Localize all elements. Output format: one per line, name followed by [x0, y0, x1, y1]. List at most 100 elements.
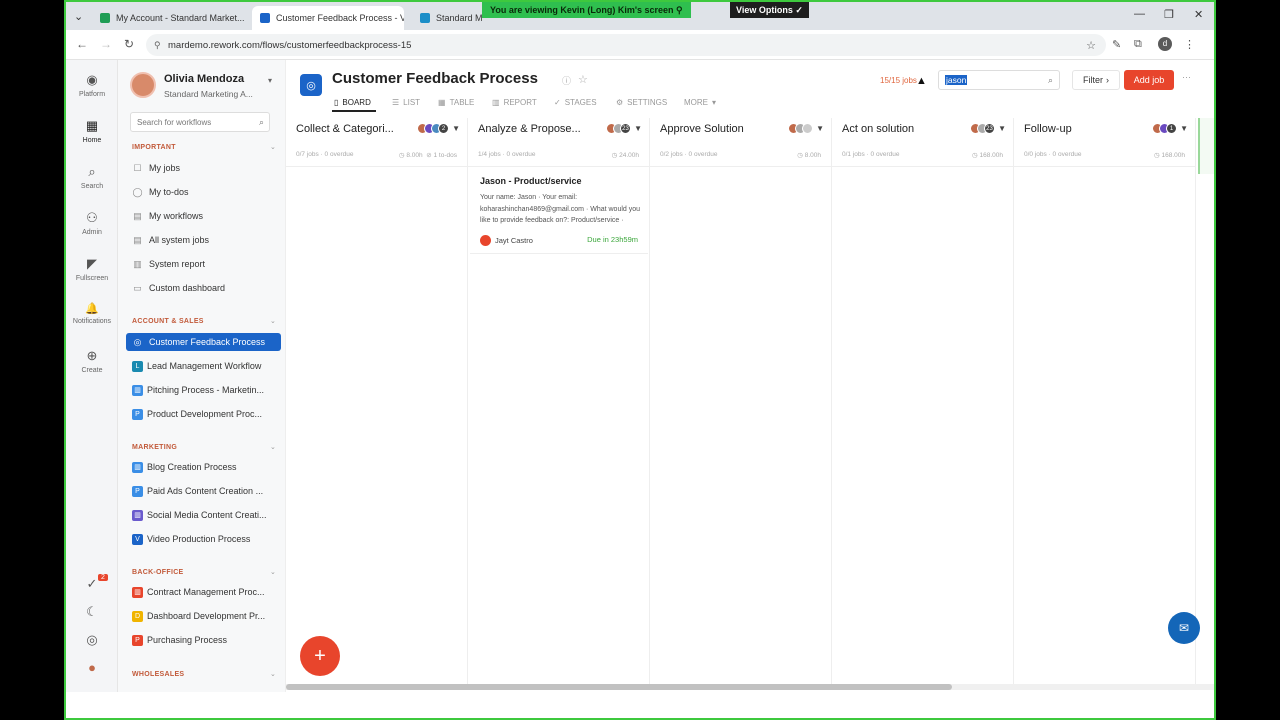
- workflow-search-input[interactable]: Search for workflows ⌕: [130, 112, 270, 132]
- maximize-icon[interactable]: ❐: [1164, 8, 1174, 21]
- collapse-chevron-icon[interactable]: ⌄: [270, 143, 276, 151]
- site-info-icon[interactable]: ⚲: [154, 40, 161, 51]
- column-menu-chevron-down-icon[interactable]: ▼: [1180, 124, 1188, 133]
- column-avatars[interactable]: [788, 123, 813, 134]
- tab-board[interactable]: ▯ BOARD: [334, 98, 371, 107]
- tab-search-icon[interactable]: ⌄: [74, 10, 83, 23]
- column-avatars[interactable]: 23: [970, 123, 995, 134]
- job-card[interactable]: Jason - Product/service Your name: Jason…: [470, 172, 648, 254]
- column-title[interactable]: Act on solution: [842, 123, 946, 135]
- column-avatars[interactable]: 1: [1152, 123, 1177, 134]
- rail-admin[interactable]: ⚇ Admin: [66, 210, 118, 236]
- column-avatars[interactable]: 2: [417, 123, 449, 134]
- column-duration: ◷ 24.00h: [611, 152, 639, 159]
- sidebar-item-label: Customer Feedback Process: [149, 337, 266, 347]
- sidebar-item-lead-management[interactable]: L Lead Management Workflow: [126, 357, 281, 375]
- collapse-chevron-icon[interactable]: ⌄: [270, 568, 276, 576]
- job-search-input[interactable]: jason ⌕: [938, 70, 1060, 90]
- sidebar-item-label: Dashboard Development Pr...: [147, 611, 266, 621]
- view-options-button[interactable]: View Options ✓: [730, 2, 809, 18]
- column-menu-chevron-down-icon[interactable]: ▼: [452, 124, 460, 133]
- rail-dark-mode[interactable]: ☾: [66, 604, 118, 623]
- flow-badge-icon: ▥: [132, 384, 143, 396]
- plus-circle-icon: ⊕: [86, 348, 98, 363]
- horizontal-scrollbar[interactable]: [286, 684, 1214, 690]
- sidebar-item-my-workflows[interactable]: ▤ My workflows: [126, 207, 281, 225]
- next-column-edge[interactable]: [1198, 118, 1214, 174]
- scrollbar-thumb[interactable]: [286, 684, 952, 690]
- extension-pin-icon[interactable]: ✎: [1112, 38, 1121, 51]
- collapse-chevron-icon[interactable]: ⌄: [270, 317, 276, 325]
- tab-settings[interactable]: ⚙ SETTINGS: [616, 98, 667, 107]
- browser-tab-1[interactable]: My Account - Standard Market... ×: [92, 6, 250, 30]
- rail-help[interactable]: ◎: [66, 632, 118, 651]
- bookmark-star-icon[interactable]: ☆: [1086, 39, 1096, 52]
- column-title[interactable]: Analyze & Propose...: [478, 123, 582, 135]
- column-title[interactable]: Follow-up: [1024, 123, 1128, 135]
- sidebar-item-my-jobs[interactable]: ☐ My jobs: [126, 159, 281, 177]
- sidebar-item-video-production[interactable]: V Video Production Process: [126, 530, 281, 548]
- tab-report[interactable]: ▥ REPORT: [492, 98, 537, 107]
- sidebar-item-system-report[interactable]: ▥ System report: [126, 255, 281, 273]
- sidebar-item-pitching-process[interactable]: ▥ Pitching Process - Marketin...: [126, 381, 281, 399]
- column-title[interactable]: Collect & Categori...: [296, 123, 400, 135]
- tab-more[interactable]: MORE ▾: [684, 98, 716, 107]
- back-icon[interactable]: ←: [76, 37, 88, 51]
- sidebar-item-custom-dashboard[interactable]: ▭ Custom dashboard: [126, 279, 281, 297]
- add-fab-button[interactable]: +: [300, 636, 340, 676]
- rail-todos[interactable]: ✓ 2: [66, 574, 118, 595]
- user-menu-chevron-down-icon[interactable]: ▾: [268, 76, 272, 85]
- add-job-button[interactable]: Add job: [1124, 70, 1174, 90]
- sidebar-item-social-media[interactable]: ▥ Social Media Content Creati...: [126, 506, 281, 524]
- profile-avatar[interactable]: d: [1158, 37, 1172, 51]
- user-avatar[interactable]: [130, 72, 156, 98]
- sidebar-item-all-system-jobs[interactable]: ▤ All system jobs: [126, 231, 281, 249]
- sidebar-item-dashboard-development[interactable]: D Dashboard Development Pr...: [126, 607, 281, 625]
- sidebar-item-paid-ads[interactable]: P Paid Ads Content Creation ...: [126, 482, 281, 500]
- search-icon: ⌕: [258, 116, 264, 127]
- url-field[interactable]: ⚲ mardemo.rework.com/flows/customerfeedb…: [146, 34, 1106, 56]
- more-options-icon[interactable]: ···: [1182, 72, 1191, 82]
- column-menu-chevron-down-icon[interactable]: ▼: [816, 124, 824, 133]
- rail-platform[interactable]: ◉ Platform: [66, 72, 118, 98]
- sidebar-item-label: My workflows: [149, 211, 204, 221]
- forward-icon[interactable]: →: [100, 37, 112, 51]
- info-icon[interactable]: ⓘ: [562, 74, 571, 87]
- sidebar-item-my-todos[interactable]: ◯ My to-dos: [126, 183, 281, 201]
- collapse-chevron-icon[interactable]: ⌄: [270, 670, 276, 678]
- rail-create[interactable]: ⊕ Create: [66, 348, 118, 374]
- filter-button[interactable]: Filter ›: [1072, 70, 1120, 90]
- jobs-count[interactable]: 15/15 jobs: [880, 76, 917, 85]
- sidebar-item-customer-feedback[interactable]: ◎ Customer Feedback Process: [126, 333, 281, 351]
- browser-tab-2[interactable]: Customer Feedback Process - V... ×: [252, 6, 404, 30]
- reload-icon[interactable]: ↻: [124, 37, 134, 51]
- close-window-icon[interactable]: ✕: [1194, 8, 1203, 21]
- rail-fullscreen[interactable]: ◤ Fullscreen: [66, 256, 118, 282]
- column-avatars[interactable]: 23: [606, 123, 631, 134]
- favorite-star-icon[interactable]: ☆: [578, 73, 588, 86]
- sidebar-item-blog-creation[interactable]: ▥ Blog Creation Process: [126, 458, 281, 476]
- close-tab-icon[interactable]: ×: [245, 12, 250, 24]
- browser-tab-3[interactable]: Standard M...: [412, 6, 482, 30]
- extensions-puzzle-icon[interactable]: ⧉: [1134, 38, 1142, 51]
- active-tab-underline: [332, 110, 376, 112]
- collapse-chevron-icon[interactable]: ⌄: [270, 443, 276, 451]
- tab-label: TABLE: [449, 98, 475, 107]
- sidebar-item-contract-management[interactable]: ▥ Contract Management Proc...: [126, 583, 281, 601]
- tab-list[interactable]: ☰ LIST: [392, 98, 420, 107]
- chat-icon[interactable]: ✉: [1168, 612, 1200, 644]
- tab-table[interactable]: ▦ TABLE: [438, 98, 474, 107]
- rail-user-avatar[interactable]: ●: [66, 660, 118, 678]
- duration-text: 8.00h: [804, 152, 821, 159]
- sidebar-item-product-development[interactable]: P Product Development Proc...: [126, 405, 281, 423]
- rail-home[interactable]: ▦ Home: [66, 118, 118, 144]
- sidebar-item-purchasing-process[interactable]: P Purchasing Process: [126, 631, 281, 649]
- column-menu-chevron-down-icon[interactable]: ▼: [634, 124, 642, 133]
- rail-notifications[interactable]: 🔔 Notifications: [66, 302, 118, 325]
- column-title[interactable]: Approve Solution: [660, 123, 764, 135]
- minimize-icon[interactable]: —: [1134, 8, 1145, 20]
- rail-search[interactable]: ⌕ Search: [66, 164, 118, 190]
- browser-menu-icon[interactable]: ⋮: [1184, 38, 1195, 51]
- tab-stages[interactable]: ✓ STAGES: [554, 98, 597, 107]
- column-menu-chevron-down-icon[interactable]: ▼: [998, 124, 1006, 133]
